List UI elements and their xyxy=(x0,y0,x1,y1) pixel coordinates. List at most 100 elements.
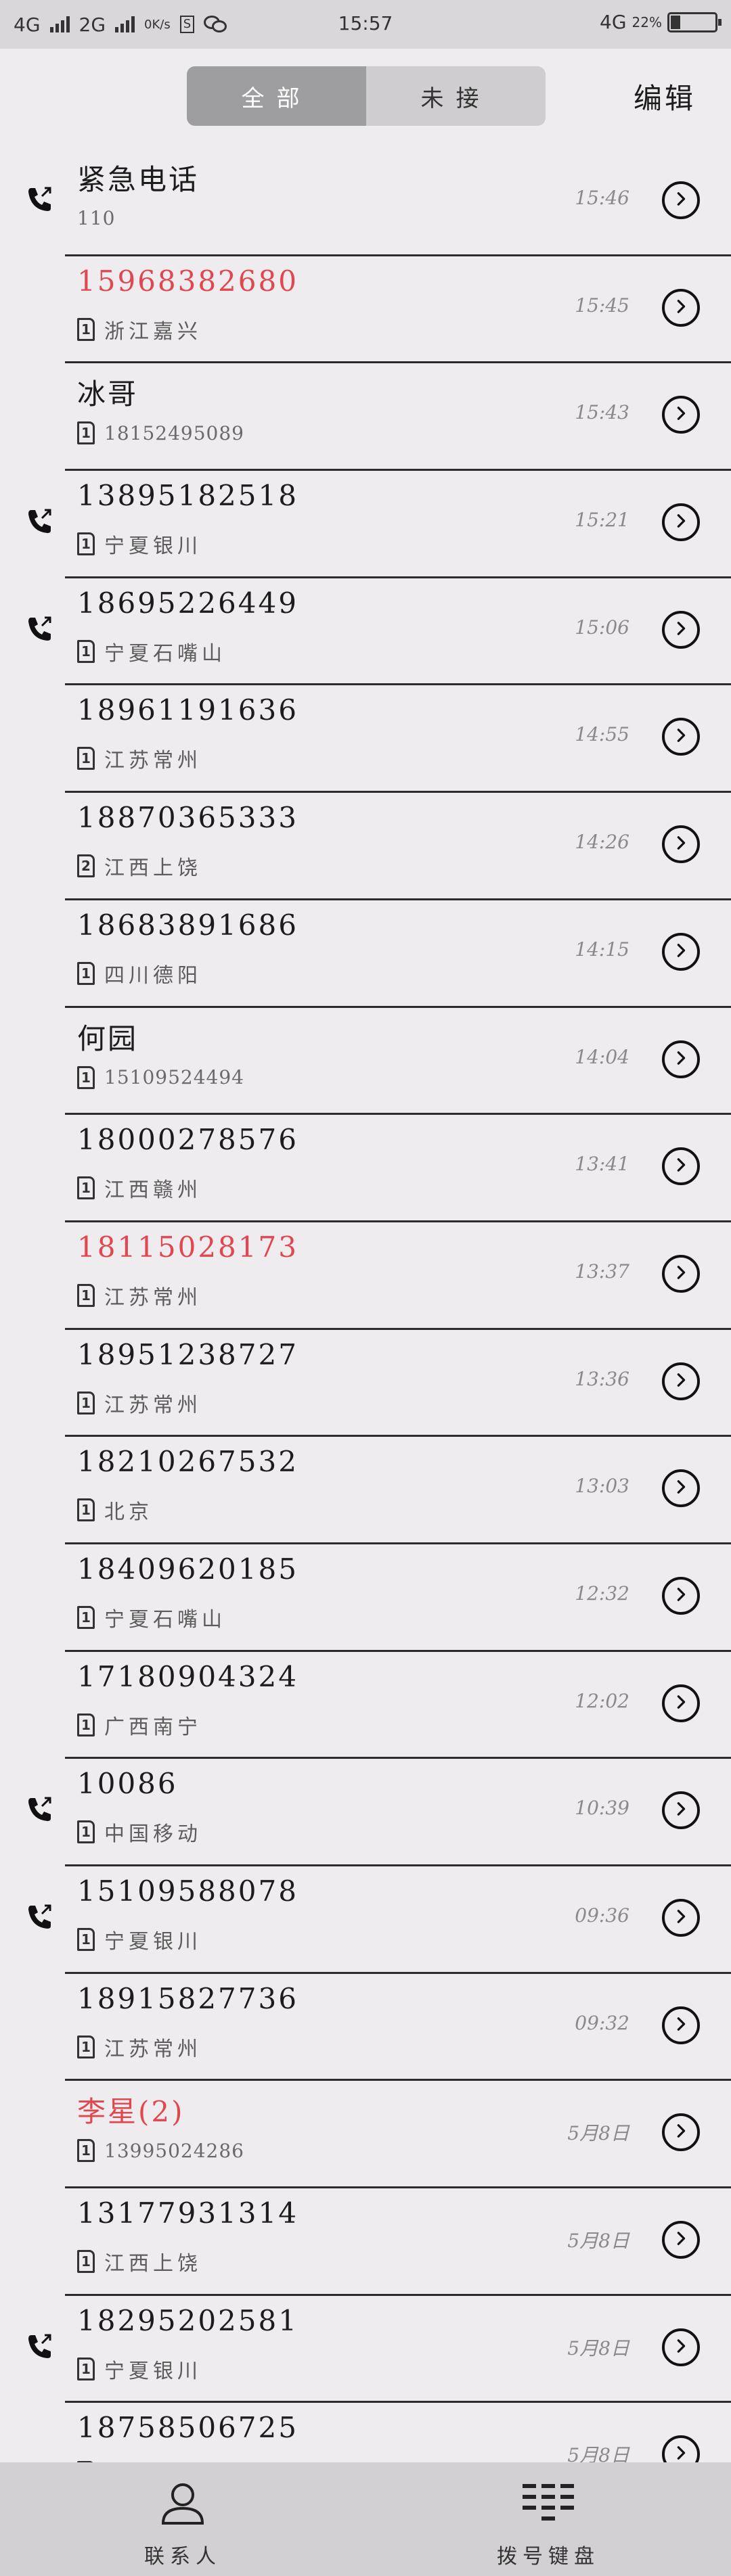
tab-contacts[interactable]: 联系人 xyxy=(0,2462,366,2576)
call-log-row[interactable]: 15109588078 1 宁夏银川 09:36 xyxy=(0,1866,731,1974)
call-log-row[interactable]: 18961191636 1 江苏常州 14:55 xyxy=(0,685,731,793)
call-details-button[interactable] xyxy=(662,2006,700,2044)
sim-card-icon: 1 xyxy=(77,421,95,445)
call-log-row[interactable]: 18951238727 1 江苏常州 13:36 xyxy=(0,1330,731,1438)
call-time: 15:45 xyxy=(575,294,629,317)
battery-percent: 22% xyxy=(632,14,662,30)
caller-location: 江苏常州 xyxy=(104,749,202,773)
call-details-button[interactable] xyxy=(662,2221,700,2259)
caller-name: 15968382680 xyxy=(77,264,298,298)
caller-location: 广西南宁 xyxy=(104,1715,202,1739)
call-subline: 1 宁夏银川 xyxy=(77,529,202,559)
call-log-row[interactable]: 李星(2) 1 13995024286 5月8日 xyxy=(0,2081,731,2188)
caller-name: 紧急电话 xyxy=(77,163,200,196)
caller-location: 宁夏石嘴山 xyxy=(104,641,226,666)
call-details-button[interactable] xyxy=(662,503,700,542)
outgoing-call-icon xyxy=(24,2331,54,2361)
chevron-right-icon xyxy=(673,835,688,853)
call-log-row[interactable]: 18000278576 1 江西赣州 13:41 xyxy=(0,1115,731,1222)
call-details-button[interactable] xyxy=(662,932,700,971)
call-details-button[interactable] xyxy=(662,718,700,756)
call-details-button[interactable] xyxy=(662,610,700,649)
tab-dialpad[interactable]: 拨号键盘 xyxy=(366,2462,731,2576)
sim-card-icon: 1 xyxy=(77,1065,95,1089)
filter-segmented-control: 全部 未接 xyxy=(187,66,546,126)
call-subline: 1 江西上饶 xyxy=(77,2247,202,2276)
caller-name: 18695226449 xyxy=(77,586,298,620)
caller-location: 江西上饶 xyxy=(104,2252,202,2276)
call-subline: 110 xyxy=(77,207,115,229)
caller-name: 17180904324 xyxy=(77,1659,298,1693)
call-log-row[interactable]: 17180904324 1 广西南宁 12:02 xyxy=(0,1652,731,1760)
caller-location: 宁夏石嘴山 xyxy=(104,1607,226,1632)
sim-card-icon: 1 xyxy=(77,747,95,770)
call-details-button[interactable] xyxy=(662,1362,700,1400)
call-log-row[interactable]: 10086 1 中国移动 10:39 xyxy=(0,1759,731,1866)
call-details-button[interactable] xyxy=(662,1684,700,1722)
call-log-row[interactable]: 18695226449 1 宁夏石嘴山 15:06 xyxy=(0,578,731,686)
sim-card-icon: 1 xyxy=(77,1928,95,1951)
tab-all[interactable]: 全部 xyxy=(187,66,366,126)
call-details-button[interactable] xyxy=(662,1469,700,1508)
caller-location: 中国移动 xyxy=(104,1822,202,1847)
caller-name: 冰哥 xyxy=(77,377,139,411)
call-details-button[interactable] xyxy=(662,1791,700,1830)
call-log-row[interactable]: 18409620185 1 宁夏石嘴山 12:32 xyxy=(0,1544,731,1652)
call-log-row[interactable]: 18683891686 1 四川德阳 14:15 xyxy=(0,900,731,1008)
caller-location: 四川德阳 xyxy=(104,963,202,988)
call-log-row[interactable]: 15968382680 1 浙江嘉兴 15:45 xyxy=(0,256,731,364)
call-time: 5月8日 xyxy=(567,2337,629,2360)
tab-missed[interactable]: 未接 xyxy=(366,66,546,126)
call-log-row[interactable]: 冰哥 1 18152495089 15:43 xyxy=(0,363,731,471)
call-subline: 1 15109524494 xyxy=(77,1065,244,1089)
call-log-row[interactable]: 13177931314 1 江西上饶 5月8日 xyxy=(0,2188,731,2296)
caller-location: 江苏常州 xyxy=(104,1285,202,1310)
call-log-row[interactable]: 何园 1 15109524494 14:04 xyxy=(0,1008,731,1116)
call-details-button[interactable] xyxy=(662,2328,700,2366)
edit-button[interactable]: 编辑 xyxy=(634,76,696,117)
chevron-right-icon xyxy=(673,406,688,423)
call-time: 15:06 xyxy=(575,616,629,639)
call-log-row[interactable]: 18870365333 2 江西上饶 14:26 xyxy=(0,793,731,900)
call-subline: 1 江苏常州 xyxy=(77,743,202,773)
call-details-button[interactable] xyxy=(662,825,700,864)
status-right: 4G 22% xyxy=(600,11,722,33)
chevron-right-icon xyxy=(673,2017,688,2034)
caller-name: 18961191636 xyxy=(77,693,298,727)
sim-card-icon: 1 xyxy=(77,2250,95,2274)
outgoing-call-icon xyxy=(24,1902,54,1931)
call-log-row[interactable]: 18915827736 1 江苏常州 09:32 xyxy=(0,1974,731,2082)
call-details-button[interactable] xyxy=(662,181,700,219)
call-details-button[interactable] xyxy=(662,396,700,434)
sim-card-icon: 1 xyxy=(77,1176,95,1200)
wechat-icon xyxy=(204,16,228,33)
call-details-button[interactable] xyxy=(662,1576,700,1615)
call-details-button[interactable] xyxy=(662,1899,700,1937)
caller-location: 北京 xyxy=(104,1500,153,1525)
call-details-button[interactable] xyxy=(662,2113,700,2152)
call-log-row[interactable]: 13895182518 1 宁夏银川 15:21 xyxy=(0,471,731,578)
call-log-row[interactable]: 18115028173 1 江苏常州 13:37 xyxy=(0,1222,731,1330)
call-time: 09:32 xyxy=(575,2011,629,2034)
call-details-button[interactable] xyxy=(662,1254,700,1293)
caller-location: 江苏常州 xyxy=(104,1393,202,1417)
sim-card-icon: 1 xyxy=(77,1283,95,1307)
chevron-right-icon xyxy=(673,1265,688,1283)
sim-card-icon: 1 xyxy=(77,639,95,663)
call-details-button[interactable] xyxy=(662,1040,700,1078)
call-time: 5月8日 xyxy=(567,2230,629,2253)
call-details-button[interactable] xyxy=(662,288,700,327)
sim-card-icon: 1 xyxy=(77,2139,95,2163)
status-left: 4G 2G 0K/s S xyxy=(14,14,228,36)
call-details-button[interactable] xyxy=(662,1147,700,1186)
call-log-row[interactable]: 18295202581 1 宁夏银川 5月8日 xyxy=(0,2296,731,2404)
caller-name: 李星(2) xyxy=(77,2095,185,2129)
outgoing-call-icon xyxy=(24,506,54,536)
caller-name: 10086 xyxy=(77,1767,178,1801)
call-time: 14:04 xyxy=(575,1045,629,1068)
call-log-row[interactable]: 18210267532 1 北京 13:03 xyxy=(0,1437,731,1544)
call-log-row[interactable]: 紧急电话 110 15:46 xyxy=(0,149,731,256)
chevron-right-icon xyxy=(673,621,688,639)
call-time: 5月8日 xyxy=(567,2122,629,2145)
call-time: 09:36 xyxy=(575,1904,629,1927)
